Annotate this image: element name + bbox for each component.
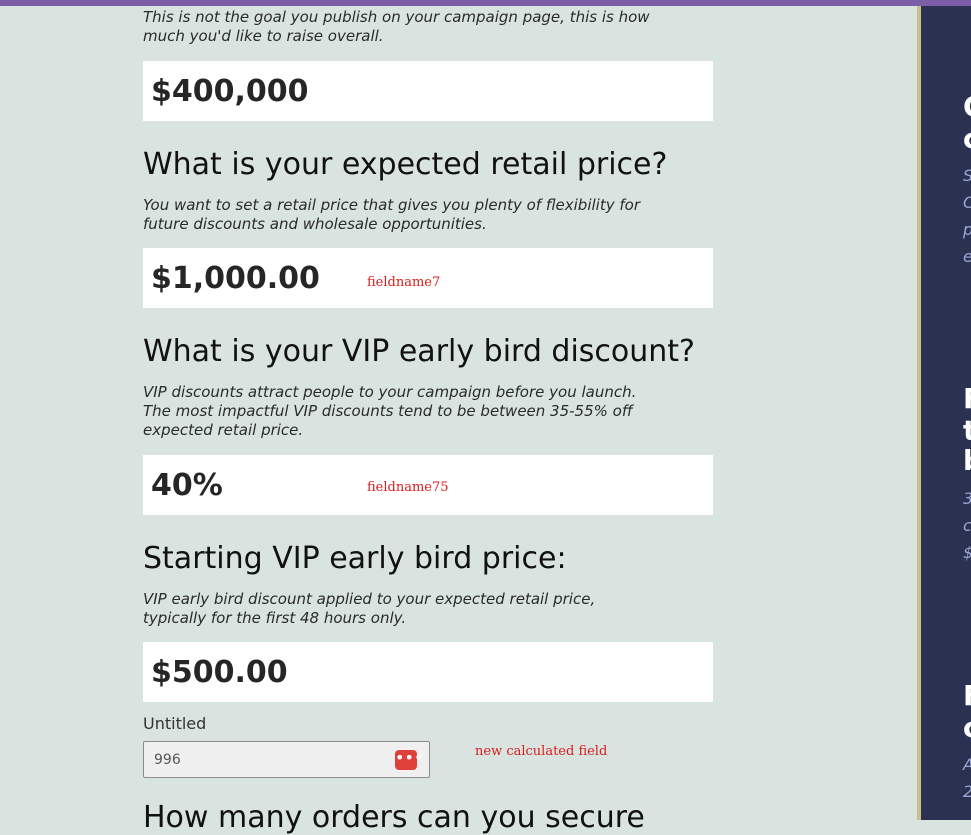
fieldname-tag: fieldname75 [367, 480, 449, 495]
sidepanel-fragment: e [963, 244, 971, 270]
untitled-input[interactable] [152, 750, 386, 769]
goal-description: This is not the goal you publish on your… [143, 8, 650, 45]
sidepanel-fragment: c [963, 516, 971, 535]
start-price-description: VIP early bird discount applied to your … [143, 590, 596, 627]
right-side-panel: C c S C p e F t b 3 c $ F c A 2 [917, 6, 971, 820]
retail-description: You want to set a retail price that give… [143, 196, 640, 233]
discount-value: 40% [151, 467, 223, 503]
untitled-label: Untitled [143, 714, 207, 733]
sidepanel-fragment: C [963, 190, 971, 216]
discount-question: What is your VIP early bird discount? [143, 334, 695, 369]
more-dots-icon[interactable]: ••• [395, 750, 423, 770]
untitled-field[interactable]: ••• [143, 741, 430, 778]
sidepanel-fragment: F [963, 681, 971, 711]
sidepanel-fragment: 3 [963, 486, 971, 512]
sidepanel-fragment: b [963, 446, 971, 476]
calculated-field-tag: new calculated field [475, 744, 608, 759]
discount-description: VIP discounts attract people to your cam… [143, 383, 637, 439]
goal-value: $400,000 [151, 73, 309, 109]
sidepanel-fragment: t [963, 414, 971, 447]
sidepanel-fragment: C [963, 92, 971, 122]
start-price-output: $500.00 [143, 642, 713, 702]
next-question-heading: How many orders can you secure [143, 800, 645, 835]
sidepanel-fragment: S [963, 163, 971, 189]
goal-input[interactable]: $400,000 [143, 61, 713, 121]
retail-question: What is your expected retail price? [143, 147, 668, 182]
fieldname-tag: fieldname7 [367, 275, 441, 290]
sidepanel-fragment: $ [963, 540, 971, 566]
top-accent-bar [0, 0, 971, 6]
start-price-value: $500.00 [151, 654, 288, 690]
sidepanel-fragment: A [963, 752, 971, 778]
sidepanel-fragment: 2 [963, 779, 971, 805]
sidepanel-fragment: c [963, 713, 971, 743]
start-price-question: Starting VIP early bird price: [143, 541, 567, 576]
sidepanel-fragment: c [963, 124, 971, 154]
retail-value: $1,000.00 [151, 260, 320, 296]
sidepanel-fragment: F [963, 384, 971, 414]
sidepanel-fragment: p [963, 217, 971, 243]
